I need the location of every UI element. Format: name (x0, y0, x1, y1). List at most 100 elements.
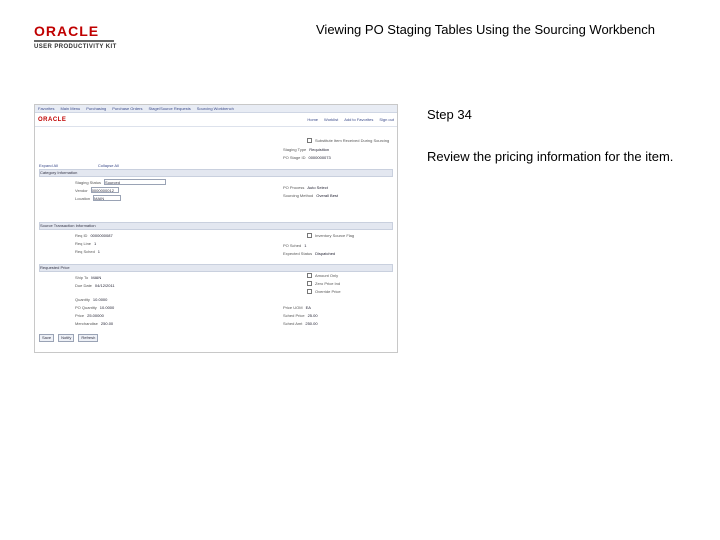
worklist-link[interactable]: Worklist (324, 117, 338, 122)
po-process-value: Auto Select (307, 185, 328, 190)
substitute-item-checkbox-row: Substitute Item Received During Sourcing (307, 138, 389, 143)
staging-type-value: Requisition (309, 147, 330, 152)
logo-wordmark: ORACLE (34, 23, 100, 39)
oracle-upk-logo: ORACLE USER PRODUCTIVITY KIT (34, 24, 126, 50)
amount-only-row: Amount Only (307, 273, 338, 278)
po-process-label: PO Process (283, 185, 305, 190)
quantity-row: Quantity 10.0000 (75, 297, 107, 302)
zero-price-checkbox[interactable] (307, 281, 312, 286)
header-links: Home Worklist Add to Favorites Sign out (307, 117, 394, 122)
section-category-information[interactable]: Category Information (39, 169, 393, 177)
staging-type-row: Staging Type Requisition (283, 147, 329, 152)
nav-item-favorites[interactable]: Favorites (38, 106, 54, 111)
staging-type-label: Staging Type (283, 147, 307, 152)
po-sched-value: 1 (304, 243, 307, 248)
price-uom-label: Price UOM (283, 305, 303, 310)
nav-item-sourcing-workbench[interactable]: Sourcing Workbench (197, 106, 234, 111)
req-id-value: 0000000087 (90, 233, 113, 238)
zero-price-label: Zero Price Ind (315, 281, 341, 286)
save-button[interactable]: Save (39, 334, 55, 342)
app-header: ORACLE Home Worklist Add to Favorites Si… (35, 113, 397, 127)
due-date-label: Due Date (75, 283, 92, 288)
req-sched-row: Req Sched 1 (75, 249, 100, 254)
nav-item-purchasing[interactable]: Purchasing (86, 106, 106, 111)
location-row: Location MAIN (75, 195, 122, 201)
price-uom-value: EA (305, 305, 311, 310)
sched-amt-row: Sched Amt 250.00 (283, 321, 318, 326)
po-stage-id-row: PO Stage ID 0000000073 (283, 155, 331, 160)
price-value: 25.00000 (87, 313, 104, 318)
inventory-source-row: Inventory Source Flag (307, 233, 354, 238)
application-screenshot: Favorites Main Menu Purchasing Purchase … (34, 104, 398, 353)
expected-status-row: Expected Status Dispatched (283, 251, 335, 256)
section-category-title: Category Information (40, 170, 78, 175)
nav-item-stage-source[interactable]: Stage/Source Requests (149, 106, 191, 111)
expand-all-link[interactable]: Expand All (39, 163, 58, 168)
price-row: Price 25.00000 (75, 313, 104, 318)
logo-underline (34, 40, 114, 42)
merchandise-row: Merchandise 250.00 (75, 321, 113, 326)
notify-button[interactable]: Notify (58, 334, 75, 342)
due-date-row: Due Date 04/12/2011 (75, 283, 115, 288)
quantity-value: 10.0000 (92, 297, 108, 302)
po-sched-row: PO Sched 1 (283, 243, 306, 248)
page-title: Viewing PO Staging Tables Using the Sour… (316, 22, 655, 37)
req-line-label: Req Line (75, 241, 92, 246)
override-price-checkbox[interactable] (307, 289, 312, 294)
nav-item-purchase-orders[interactable]: Purchase Orders (112, 106, 142, 111)
inventory-source-checkbox[interactable] (307, 233, 312, 238)
po-process-row: PO Process Auto Select (283, 185, 328, 190)
sched-price-label: Sched Price (283, 313, 305, 318)
substitute-item-checkbox[interactable] (307, 138, 312, 143)
section-source-transaction[interactable]: Source Transaction Information (39, 222, 393, 230)
location-input[interactable]: MAIN (93, 195, 122, 201)
home-link[interactable]: Home (307, 117, 318, 122)
po-quantity-label: PO Quantity (75, 305, 97, 310)
logo-subtext: USER PRODUCTIVITY KIT (34, 44, 117, 50)
req-id-row: Req ID 0000000087 (75, 233, 113, 238)
toolbar: Save Notify Refresh (39, 334, 99, 342)
po-quantity-value: 10.0000 (99, 305, 115, 310)
amount-only-label: Amount Only (315, 273, 339, 278)
nav-item-main-menu[interactable]: Main Menu (60, 106, 80, 111)
vendor-value: 0000000012 (91, 188, 114, 193)
staging-status-row: Staging Status Sourced (75, 179, 167, 185)
quantity-label: Quantity (75, 297, 90, 302)
sched-price-value: 25.00 (307, 313, 318, 318)
vendor-input[interactable]: 0000000012 (90, 187, 119, 193)
staging-status-select[interactable]: Sourced (104, 179, 167, 185)
collapse-all-link[interactable]: Collapse All (98, 163, 119, 168)
req-id-label: Req ID (75, 233, 88, 238)
sched-amt-value: 250.00 (305, 321, 318, 326)
sign-out-link[interactable]: Sign out (379, 117, 394, 122)
merchandise-label: Merchandise (75, 321, 98, 326)
po-quantity-row: PO Quantity 10.0000 (75, 305, 114, 310)
req-sched-label: Req Sched (75, 249, 95, 254)
req-line-row: Req Line 1 (75, 241, 96, 246)
sched-amt-label: Sched Amt (283, 321, 303, 326)
staging-status-label: Staging Status (75, 179, 102, 185)
vendor-row: Vendor 0000000012 (75, 187, 119, 193)
due-date-value: 04/12/2011 (94, 283, 115, 288)
location-label: Location (75, 195, 91, 201)
expand-collapse-row: Expand All Collapse All (39, 163, 119, 168)
override-price-row: Override Price (307, 289, 341, 294)
location-value: MAIN (94, 196, 105, 201)
amount-only-checkbox[interactable] (307, 273, 312, 278)
price-uom-row: Price UOM EA (283, 305, 311, 310)
price-label: Price (75, 313, 85, 318)
po-stage-id-value: 0000000073 (308, 155, 331, 160)
sourcing-method-value: Overall Best (316, 193, 339, 198)
inventory-source-label: Inventory Source Flag (315, 233, 355, 238)
expected-status-value: Dispatched (315, 251, 336, 256)
merchandise-value: 250.00 (100, 321, 114, 326)
refresh-button[interactable]: Refresh (78, 334, 99, 342)
vendor-label: Vendor (75, 187, 88, 193)
step-instruction: Review the pricing information for the i… (427, 149, 674, 164)
add-favorites-link[interactable]: Add to Favorites (344, 117, 373, 122)
sched-price-row: Sched Price 25.00 (283, 313, 318, 318)
ship-to-label: Ship To (75, 275, 89, 280)
section-requested-price[interactable]: Requested Price (39, 264, 393, 272)
section-source-title: Source Transaction Information (40, 223, 96, 228)
expected-status-label: Expected Status (283, 251, 313, 256)
